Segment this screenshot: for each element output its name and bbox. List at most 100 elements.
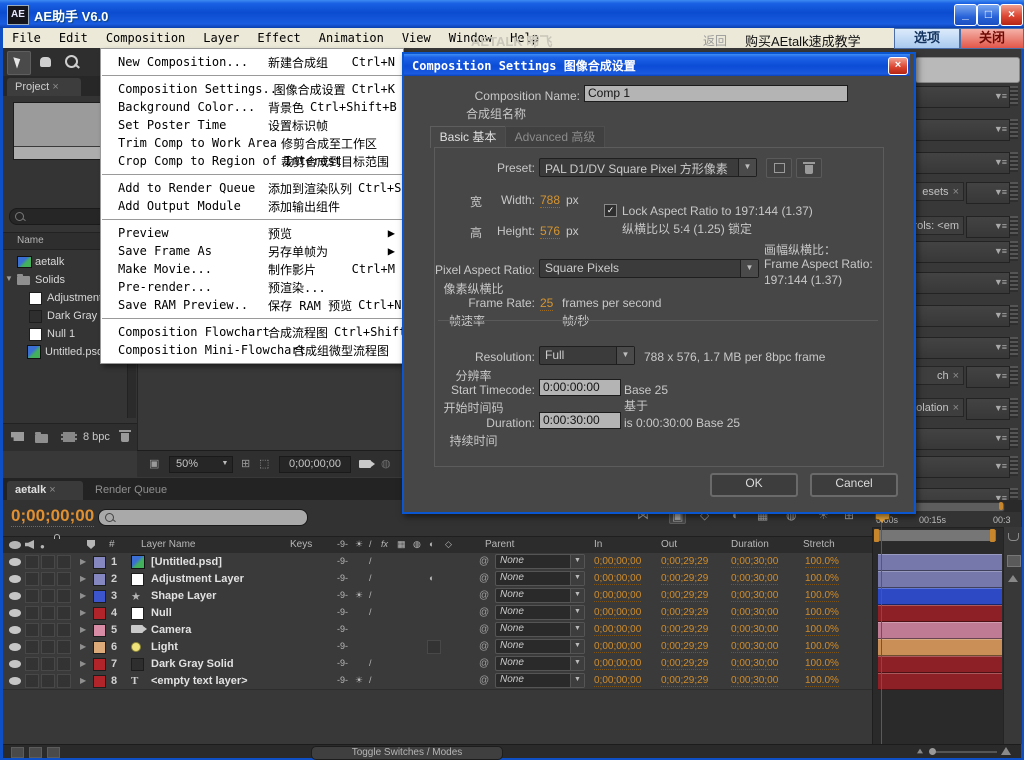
- preset-select[interactable]: PAL D1/DV Square Pixel 方形像素▼: [539, 158, 757, 177]
- audio-column-icon[interactable]: [25, 540, 34, 549]
- label-color[interactable]: [93, 590, 106, 603]
- table-row[interactable]: ▶ 2 Adjustment Layer -9- / ◐ @ None▼ 0;0…: [3, 570, 872, 588]
- tab-comp-aetalk[interactable]: aetalk ×: [7, 481, 83, 500]
- layer-bar[interactable]: [878, 639, 1002, 656]
- panel-grip[interactable]: [1010, 119, 1018, 139]
- menu-item[interactable]: Save RAM Preview..保存 RAM 预览Ctrl+Numpad 0: [101, 296, 403, 314]
- menu-item[interactable]: Make Movie...制作影片Ctrl+M: [101, 260, 403, 278]
- shy-switch[interactable]: -9-: [337, 607, 348, 617]
- parent-pickwhip-icon[interactable]: @: [479, 641, 489, 652]
- panel-grip[interactable]: [1010, 216, 1018, 236]
- duration-input[interactable]: [539, 412, 621, 429]
- trash-icon[interactable]: [121, 433, 129, 442]
- parent-pickwhip-icon[interactable]: @: [479, 590, 489, 601]
- tab-project[interactable]: Project ×: [7, 78, 81, 96]
- shy-switch[interactable]: -9-: [337, 675, 348, 685]
- expand-layers-icon[interactable]: [11, 747, 24, 758]
- parent-select[interactable]: None▼: [495, 656, 585, 671]
- menu-view[interactable]: View: [393, 28, 440, 45]
- menu-layer[interactable]: Layer: [194, 28, 248, 45]
- panel-grip[interactable]: [1010, 428, 1018, 448]
- menu-file[interactable]: File: [3, 28, 50, 45]
- menu-item[interactable]: Composition Mini-Flowchart合成组微型流程图: [101, 341, 403, 359]
- height-value[interactable]: 576: [540, 224, 560, 239]
- menu-item[interactable]: Crop Comp to Region of Interest裁剪合成到目标范围: [101, 152, 403, 170]
- grid-icon[interactable]: ⊞: [241, 457, 250, 470]
- frame-rate-value[interactable]: 25: [540, 296, 553, 311]
- back-link[interactable]: 返回: [703, 32, 727, 49]
- panel-grip[interactable]: [1010, 152, 1018, 172]
- shy-switch[interactable]: -9-: [337, 590, 348, 600]
- shy-switch[interactable]: -9-: [337, 573, 348, 583]
- parent-select[interactable]: None▼: [495, 571, 585, 586]
- menu-item[interactable]: Pre-render...预渲染...: [101, 278, 403, 296]
- effects-switch[interactable]: ☀: [355, 675, 363, 686]
- quality-switch[interactable]: /: [369, 607, 372, 617]
- eye-icon[interactable]: [9, 660, 21, 668]
- promo-link[interactable]: 购买AEtalk速成教学: [745, 31, 861, 50]
- resolution-select[interactable]: Full▼: [539, 346, 635, 365]
- layer-name[interactable]: <empty text layer>: [151, 675, 248, 687]
- interpret-footage-icon[interactable]: [11, 432, 24, 441]
- quality-switch[interactable]: /: [369, 658, 372, 668]
- adjustment-column-icon[interactable]: ◐: [429, 539, 434, 549]
- expand-inout-icon[interactable]: [47, 747, 60, 758]
- par-select[interactable]: Square Pixels▼: [539, 259, 759, 278]
- region-icon[interactable]: ▣: [149, 457, 159, 470]
- comp-name-input[interactable]: [584, 85, 848, 102]
- menu-animation[interactable]: Animation: [310, 28, 393, 45]
- eye-icon[interactable]: [9, 558, 21, 566]
- effects-switch[interactable]: ☀: [355, 590, 363, 601]
- close-button[interactable]: ×: [1000, 4, 1023, 26]
- dialog-close-button[interactable]: ×: [888, 57, 908, 75]
- parent-pickwhip-icon[interactable]: @: [479, 556, 489, 567]
- label-color[interactable]: [93, 573, 106, 586]
- roi-icon[interactable]: ⬚: [259, 457, 269, 470]
- eye-column-icon[interactable]: [9, 541, 21, 549]
- table-row[interactable]: ▶ 6 Light -9- @ None▼ 0;00;00;000;00;29;…: [3, 638, 872, 656]
- menu-edit[interactable]: Edit: [50, 28, 97, 45]
- parent-pickwhip-icon[interactable]: @: [479, 607, 489, 618]
- marker-bin-icon[interactable]: [1008, 533, 1019, 541]
- time-ruler[interactable]: 0:00s 00:15s 00:3: [872, 512, 1021, 528]
- parent-select[interactable]: None▼: [495, 588, 585, 603]
- quality-switch[interactable]: /: [369, 590, 372, 600]
- adjustment-switch[interactable]: ◐: [429, 573, 434, 583]
- layer-name[interactable]: Shape Layer: [151, 590, 216, 602]
- parent-pickwhip-icon[interactable]: @: [479, 624, 489, 635]
- table-row[interactable]: ▶ 3 ★ Shape Layer -9- ☀ / @ None▼ 0;00;0…: [3, 587, 872, 605]
- index-column-icon[interactable]: #: [109, 539, 115, 550]
- parent-pickwhip-icon[interactable]: @: [479, 573, 489, 584]
- maximize-button[interactable]: □: [977, 4, 1000, 26]
- panel-grip[interactable]: [1010, 182, 1018, 202]
- options-button[interactable]: 选项: [894, 28, 960, 49]
- new-folder-icon[interactable]: [35, 434, 48, 443]
- label-color[interactable]: [93, 658, 106, 671]
- layer-name[interactable]: Light: [151, 641, 178, 653]
- keys-column[interactable]: Keys: [290, 539, 312, 550]
- panel-grip[interactable]: [1010, 456, 1018, 476]
- eye-icon[interactable]: [9, 626, 21, 634]
- layer-bar[interactable]: [878, 622, 1002, 639]
- layer-bar[interactable]: [878, 554, 1002, 571]
- in-column[interactable]: In: [594, 539, 602, 550]
- table-row[interactable]: ▶ 4 Null -9- / @ None▼ 0;00;00;000;00;29…: [3, 604, 872, 622]
- ok-button[interactable]: OK: [710, 473, 798, 497]
- navigator-end-handle[interactable]: [999, 502, 1003, 510]
- work-area-end-handle[interactable]: [990, 529, 995, 542]
- panel-header[interactable]: ▼≡: [966, 366, 1010, 388]
- panel-header[interactable]: ▼≡: [966, 182, 1010, 204]
- panel-menu-icon[interactable]: ▼≡: [994, 91, 1006, 101]
- quality-column-icon[interactable]: /: [369, 539, 372, 549]
- comp-marker-icon[interactable]: [1007, 555, 1021, 567]
- panel-grip[interactable]: [1010, 305, 1018, 325]
- expand-icon[interactable]: ▼: [5, 274, 13, 283]
- layer-bar[interactable]: [878, 571, 1002, 588]
- stretch-column[interactable]: Stretch: [803, 539, 835, 550]
- tab-advanced[interactable]: Advanced 高级: [505, 126, 605, 148]
- menu-item[interactable]: Add Output Module添加输出组件: [101, 197, 403, 215]
- window-titlebar[interactable]: AE AE助手 V6.0 _ □ ×: [0, 0, 1024, 28]
- cancel-button[interactable]: Cancel: [810, 473, 898, 497]
- menu-item[interactable]: Add to Render Queue添加到渲染队列Ctrl+Shift+/: [101, 179, 403, 197]
- label-color[interactable]: [93, 624, 106, 637]
